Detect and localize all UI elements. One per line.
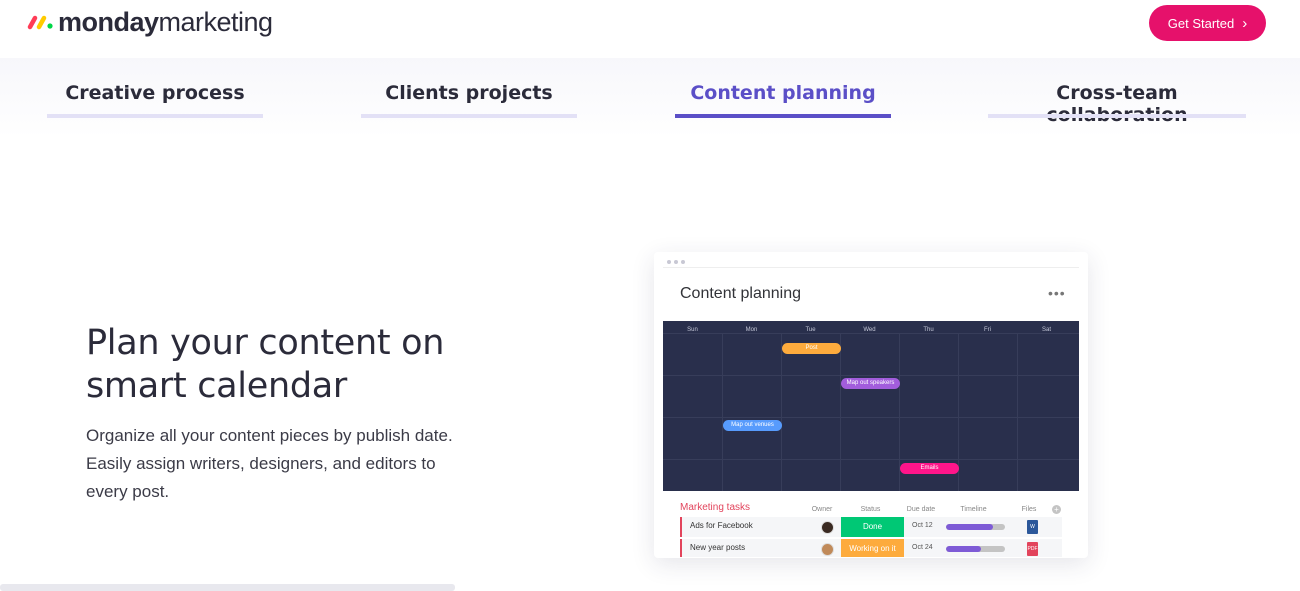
pdf-file-icon[interactable]: PDF <box>1027 542 1038 556</box>
get-started-label: Get Started <box>1167 15 1235 31</box>
headline-line-2: smart calendar <box>86 366 348 406</box>
due-date: Oct 24 <box>912 544 933 551</box>
task-name: New year posts <box>690 543 746 552</box>
task-name: Ads for Facebook <box>690 521 753 530</box>
table-row[interactable]: New year posts Working on it Oct 24 PDF <box>680 539 1062 557</box>
tab-cross-team-collaboration[interactable]: Cross-team collaboration <box>988 82 1246 126</box>
description-line-3: every post. <box>86 482 170 501</box>
hero-headline: Plan your content on smart calendar <box>86 322 506 408</box>
add-column-icon[interactable]: + <box>1052 505 1061 514</box>
tab-content-planning[interactable]: Content planning <box>675 82 891 118</box>
table-row[interactable]: Ads for Facebook Done Oct 12 W <box>680 517 1062 537</box>
tab-underline-active <box>675 114 891 118</box>
chevron-right-icon: › <box>1242 14 1248 32</box>
calendar-gridline <box>1017 333 1018 491</box>
timeline-bar <box>946 524 1005 530</box>
monday-logo[interactable]: mondaymarketing <box>27 5 273 39</box>
word-file-icon[interactable]: W <box>1027 520 1038 534</box>
description-line-2: Easily assign writers, designers, and ed… <box>86 454 436 473</box>
timeline-fill <box>946 524 994 530</box>
tab-label: Cross-team collaboration <box>1046 82 1187 126</box>
tab-underline <box>361 114 577 118</box>
calendar-event[interactable]: Map out speakers <box>841 378 900 389</box>
column-header: Timeline <box>960 506 987 513</box>
calendar-event[interactable]: Map out venues <box>723 420 782 431</box>
tab-clients-projects[interactable]: Clients projects <box>361 82 577 118</box>
calendar-gridline <box>781 333 782 491</box>
column-header: Due date <box>906 506 936 513</box>
site-header: mondaymarketing Get Started › <box>0 0 1300 58</box>
column-header: Status <box>860 506 881 513</box>
calendar-gridline <box>663 333 1079 334</box>
get-started-button[interactable]: Get Started › <box>1149 5 1266 41</box>
calendar-gridline <box>663 459 1079 460</box>
content-planning-mockup: Content planning ••• Sun Mon Tue Wed Thu… <box>663 257 1079 557</box>
timeline-bar <box>946 546 1005 552</box>
window-dots-icon <box>667 260 685 264</box>
calendar-gridline <box>663 417 1079 418</box>
calendar-gridline <box>663 375 1079 376</box>
column-header: Owner <box>811 506 833 513</box>
avatar <box>820 542 834 556</box>
description-line-1: Organize all your content pieces by publ… <box>86 426 453 445</box>
divider <box>663 267 1079 268</box>
calendar: Sun Mon Tue Wed Thu Fri Sat Post Map out… <box>663 321 1079 491</box>
monday-logo-icon <box>27 15 53 30</box>
tasks-table: Marketing tasks Owner Status Due date Ti… <box>663 491 1079 557</box>
tab-label: Content planning <box>690 82 876 104</box>
column-header: Files <box>1021 506 1037 513</box>
tab-label: Creative process <box>65 82 245 104</box>
horizontal-scrollbar[interactable] <box>0 584 455 591</box>
ellipsis-icon: ••• <box>1048 285 1066 301</box>
tab-underline <box>47 114 263 118</box>
logo-text-bold: monday <box>58 6 159 37</box>
hero-description: Organize all your content pieces by publ… <box>86 422 506 506</box>
tab-creative-process[interactable]: Creative process <box>47 82 263 118</box>
calendar-gridline <box>722 333 723 491</box>
calendar-gridline <box>840 333 841 491</box>
tasks-group-title: Marketing tasks <box>680 502 751 513</box>
status-badge[interactable]: Done <box>841 517 904 537</box>
logo-text-light: marketing <box>158 6 274 37</box>
calendar-event[interactable]: Post <box>782 343 841 354</box>
avatar <box>820 520 834 534</box>
calendar-event[interactable]: Emails <box>900 463 959 474</box>
mockup-title: Content planning <box>680 285 801 302</box>
timeline-fill <box>946 546 982 552</box>
status-badge[interactable]: Working on it <box>841 539 904 557</box>
headline-line-1: Plan your content on <box>86 323 445 363</box>
tab-underline <box>988 114 1246 118</box>
due-date: Oct 12 <box>912 522 933 529</box>
tab-label: Clients projects <box>385 82 553 104</box>
